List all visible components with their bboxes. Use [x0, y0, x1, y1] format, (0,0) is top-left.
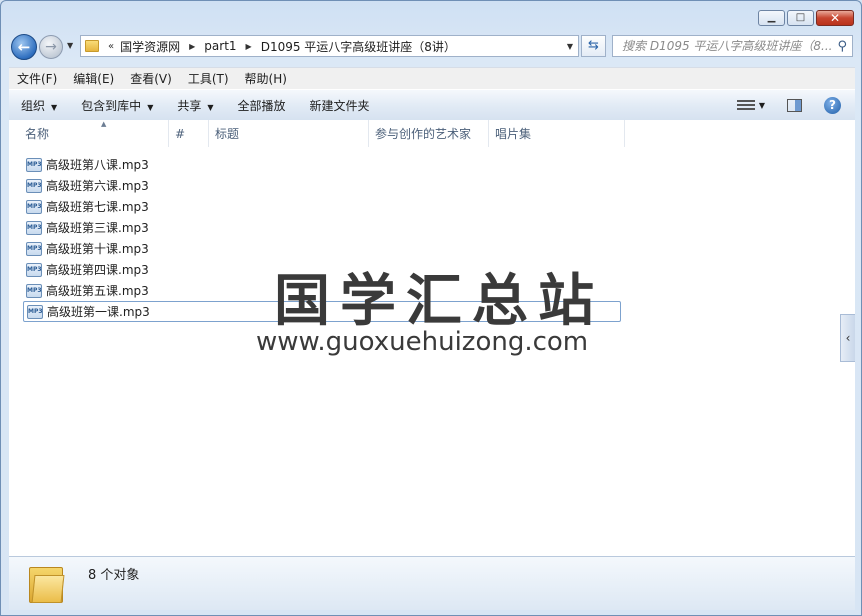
organize-label: 组织 [21, 98, 46, 113]
address-bar[interactable]: « 国学资源网 ▶ part1 ▶ D1095 平运八字高级班讲座（8讲） ▼ [80, 35, 579, 57]
share-label: 共享 [177, 98, 202, 113]
menu-file[interactable]: 文件(F) [9, 70, 65, 87]
column-name[interactable]: 名称 ▲ [19, 120, 169, 147]
file-name: 高级班第八课.mp3 [46, 158, 149, 172]
mp3-file-icon: MP3 [26, 241, 42, 256]
chevron-down-icon: ▼ [207, 102, 214, 112]
close-button[interactable]: ✕ [816, 10, 854, 26]
watermark-url: www.guoxuehuizong.com [256, 327, 589, 357]
file-name: 高级班第一课.mp3 [47, 305, 150, 319]
play-all-button[interactable]: 全部播放 [226, 97, 298, 114]
chevron-left-icon: ‹ [845, 331, 851, 345]
search-placeholder: 搜索 D1095 平运八字高级班讲座（8... [622, 39, 833, 53]
column-number[interactable]: # [169, 120, 209, 147]
breadcrumb-segment[interactable]: D1095 平运八字高级班讲座（8讲） [261, 38, 456, 55]
file-row[interactable]: MP3 高级班第三课.mp3 [23, 218, 621, 237]
mp3-file-icon: MP3 [26, 178, 42, 193]
chevron-down-icon: ▼ [147, 102, 154, 112]
recent-pages-dropdown[interactable]: ▼ [67, 41, 73, 50]
file-name: 高级班第七课.mp3 [46, 200, 149, 214]
chevron-down-icon: ▼ [51, 102, 58, 112]
menu-help[interactable]: 帮助(H) [237, 70, 295, 87]
file-name: 高级班第三课.mp3 [46, 221, 149, 235]
views-dropdown-icon[interactable]: ▼ [759, 101, 765, 110]
file-row[interactable]: MP3 高级班第六课.mp3 [23, 176, 621, 195]
column-title[interactable]: 标题 [209, 120, 369, 147]
file-name: 高级班第六课.mp3 [46, 179, 149, 193]
back-button[interactable]: ← [11, 34, 37, 60]
refresh-icon: ⇆ [588, 38, 599, 53]
file-list-pane: 名称 ▲ # 标题 参与创作的艺术家 唱片集 MP3 高级班第八课.mp3 MP3… [9, 120, 855, 556]
address-overflow[interactable]: « [108, 41, 114, 52]
breadcrumb-arrow-icon[interactable]: ▶ [189, 42, 195, 51]
menu-tools[interactable]: 工具(T) [180, 70, 237, 87]
column-header: 名称 ▲ # 标题 参与创作的艺术家 唱片集 [9, 120, 855, 147]
folder-icon [29, 563, 65, 603]
column-artist[interactable]: 参与创作的艺术家 [369, 120, 489, 147]
include-in-library-label: 包含到库中 [81, 98, 142, 113]
expand-pane-button[interactable]: ‹ [840, 314, 855, 362]
mp3-file-icon: MP3 [26, 283, 42, 298]
column-name-label: 名称 [25, 127, 50, 141]
menu-bar: 文件(F) 编辑(E) 查看(V) 工具(T) 帮助(H) [9, 67, 855, 89]
caption-buttons: ▁ □ ✕ [756, 10, 854, 26]
mp3-file-icon: MP3 [27, 304, 43, 319]
toolbar-right-group: ▼ ? [736, 90, 855, 120]
file-row[interactable]: MP3 高级班第七课.mp3 [23, 197, 621, 216]
maximize-icon: □ [795, 12, 806, 23]
search-icon[interactable]: ⚲ [837, 37, 847, 56]
maximize-button[interactable]: □ [787, 10, 814, 26]
mp3-file-icon: MP3 [26, 199, 42, 214]
mp3-file-icon: MP3 [26, 157, 42, 172]
forward-button[interactable]: → [39, 35, 63, 59]
search-input[interactable]: 搜索 D1095 平运八字高级班讲座（8... ⚲ [612, 35, 853, 57]
include-in-library-button[interactable]: 包含到库中 ▼ [69, 97, 165, 114]
back-arrow-icon: ← [17, 38, 31, 56]
command-bar: 组织 ▼ 包含到库中 ▼ 共享 ▼ 全部播放 新建文件夹 ▼ ? [9, 89, 855, 121]
views-icon[interactable] [736, 99, 755, 111]
new-folder-button[interactable]: 新建文件夹 [298, 97, 382, 114]
file-name: 高级班第十课.mp3 [46, 242, 149, 256]
close-icon: ✕ [829, 11, 841, 25]
preview-pane-icon[interactable] [787, 98, 802, 112]
mp3-file-icon: MP3 [26, 220, 42, 235]
explorer-window: ▁ □ ✕ ← → ▼ « 国学资源网 ▶ part1 ▶ D1095 平运八字… [0, 0, 862, 616]
folder-icon [85, 40, 99, 52]
share-button[interactable]: 共享 ▼ [165, 97, 225, 114]
breadcrumb-segment[interactable]: 国学资源网 [120, 38, 180, 55]
minimize-icon: ▁ [767, 12, 776, 23]
watermark-title: 国学汇总站 [274, 269, 604, 334]
forward-arrow-icon: → [45, 39, 57, 55]
file-name: 高级班第五课.mp3 [46, 284, 149, 298]
file-row[interactable]: MP3 高级班第八课.mp3 [23, 155, 621, 174]
item-count: 8 个对象 [88, 568, 140, 583]
refresh-button[interactable]: ⇆ [581, 35, 606, 57]
help-icon[interactable]: ? [824, 96, 841, 114]
breadcrumb-segment[interactable]: part1 [204, 39, 236, 53]
column-album[interactable]: 唱片集 [489, 120, 625, 147]
minimize-button[interactable]: ▁ [758, 10, 785, 26]
file-name: 高级班第四课.mp3 [46, 263, 149, 277]
details-pane: 8 个对象 [9, 556, 855, 610]
mp3-file-icon: MP3 [26, 262, 42, 277]
address-dropdown-icon[interactable]: ▼ [567, 42, 573, 51]
breadcrumb-arrow-icon[interactable]: ▶ [246, 42, 252, 51]
sort-ascending-icon: ▲ [101, 120, 107, 128]
menu-edit[interactable]: 编辑(E) [65, 70, 122, 87]
organize-button[interactable]: 组织 ▼ [9, 97, 69, 114]
menu-view[interactable]: 查看(V) [122, 70, 180, 87]
